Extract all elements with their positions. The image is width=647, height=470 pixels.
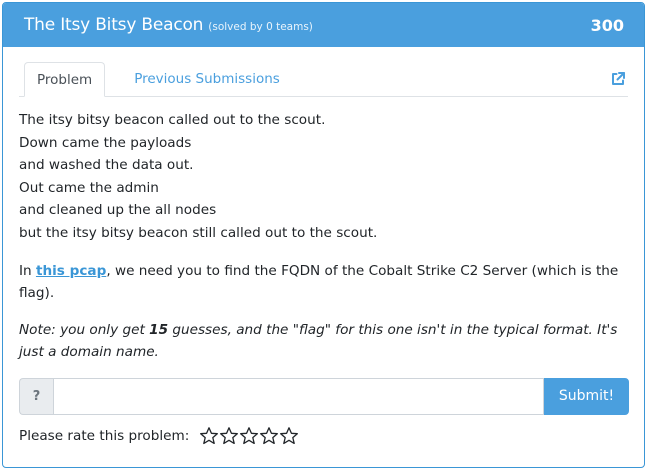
problem-header: The Itsy Bitsy Beacon (solved by 0 teams… (3, 3, 644, 47)
description-line: Out came the admin (19, 179, 159, 196)
problem-tabs: Problem Previous Submissions (19, 62, 628, 97)
problem-description: The itsy bitsy beacon called out to the … (19, 109, 628, 245)
guess-note: Note: you only get 15 guesses, and the "… (19, 319, 628, 364)
description-line: and cleaned up the all nodes (19, 202, 217, 219)
flag-submission-group: ? Submit! (19, 377, 629, 415)
star-icon[interactable] (259, 426, 279, 446)
problem-points: 300 (590, 15, 624, 35)
flag-input[interactable] (53, 377, 544, 415)
problem-title: The Itsy Bitsy Beacon (24, 15, 204, 35)
rating-row: Please rate this problem: (19, 426, 628, 446)
problem-body: Problem Previous Submissions The itsy bi… (3, 47, 644, 446)
pcap-link[interactable]: this pcap (36, 263, 106, 279)
guess-count: 15 (149, 321, 169, 338)
submit-button[interactable]: Submit! (544, 377, 629, 415)
note-prefix: Note: you only get (19, 321, 150, 338)
question-mark-icon: ? (19, 377, 53, 415)
rating-stars (199, 426, 299, 446)
tab-problem[interactable]: Problem (24, 62, 106, 97)
external-link-icon[interactable] (610, 71, 626, 87)
tab-previous-submissions[interactable]: Previous Submissions (122, 62, 292, 96)
paragraph-suffix: , we need you to find the FQDN of the Co… (19, 262, 619, 302)
star-icon[interactable] (239, 426, 259, 446)
description-line: and washed the data out. (19, 157, 194, 174)
pcap-paragraph: In this pcap, we need you to find the FQ… (19, 260, 628, 305)
problem-card: The Itsy Bitsy Beacon (solved by 0 teams… (2, 2, 645, 468)
description-line: but the itsy bitsy beacon still called o… (19, 224, 378, 241)
star-icon[interactable] (219, 426, 239, 446)
paragraph-prefix: In (19, 262, 36, 279)
title-wrap: The Itsy Bitsy Beacon (solved by 0 teams… (24, 15, 313, 35)
star-icon[interactable] (279, 426, 299, 446)
description-line: The itsy bitsy beacon called out to the … (19, 112, 326, 128)
rating-label: Please rate this problem: (19, 427, 190, 444)
star-icon[interactable] (199, 426, 219, 446)
description-line: Down came the payloads (19, 134, 192, 151)
solved-count: (solved by 0 teams) (208, 21, 313, 33)
